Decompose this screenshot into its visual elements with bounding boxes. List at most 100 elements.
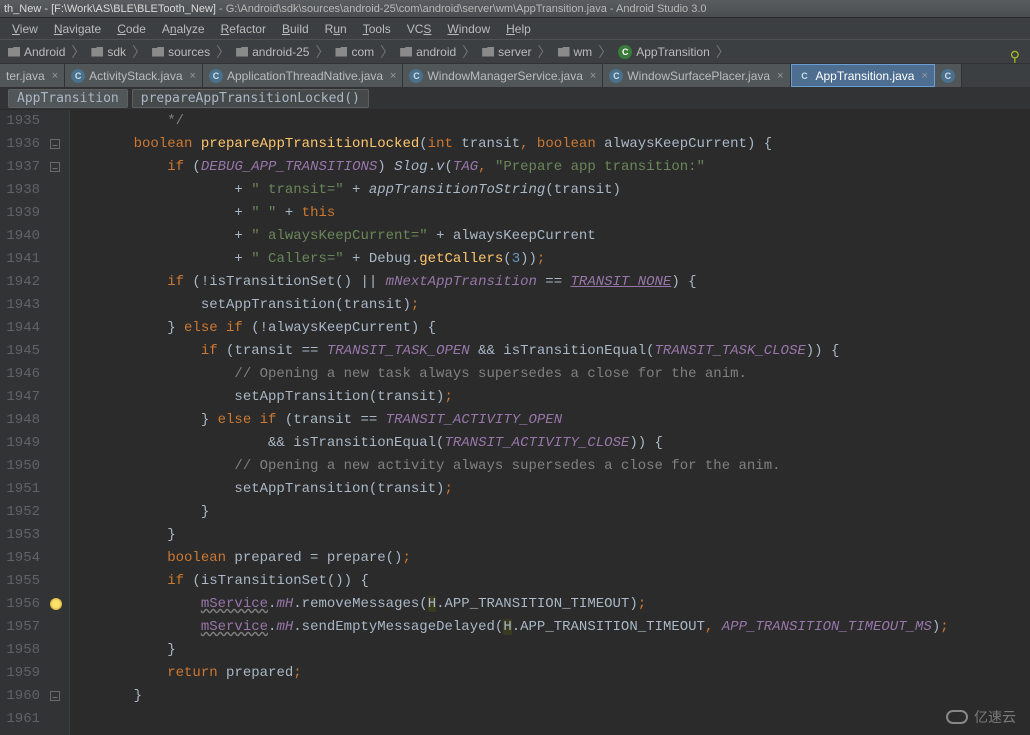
tab-windowmanagerservice-java[interactable]: C WindowManagerService.java × bbox=[403, 64, 603, 87]
tab-label: WindowManagerService.java bbox=[427, 69, 582, 83]
tab-label: ter.java bbox=[6, 69, 45, 83]
folder-icon bbox=[236, 47, 248, 57]
menu-tools[interactable]: Tools bbox=[355, 20, 399, 38]
breadcrumb-sdk[interactable]: sdk bbox=[87, 45, 130, 59]
tab-label: ActivityStack.java bbox=[89, 69, 182, 83]
chevron-right-icon: 〉 bbox=[378, 42, 396, 62]
code-line[interactable]: boolean prepared = prepare(); bbox=[100, 547, 1030, 570]
code-line[interactable]: } else if (transit == TRANSIT_ACTIVITY_O… bbox=[100, 409, 1030, 432]
close-icon[interactable]: × bbox=[590, 70, 596, 82]
chevron-right-icon: 〉 bbox=[536, 42, 554, 62]
menu-help[interactable]: Help bbox=[498, 20, 539, 38]
code-line[interactable]: } bbox=[100, 524, 1030, 547]
intention-bulb-icon[interactable] bbox=[50, 598, 62, 610]
menu-view[interactable]: View bbox=[4, 20, 46, 38]
code-line[interactable]: if (!isTransitionSet() || mNextAppTransi… bbox=[100, 271, 1030, 294]
folder-icon bbox=[482, 47, 494, 57]
code-line[interactable]: } else if (!alwaysKeepCurrent) { bbox=[100, 317, 1030, 340]
code-line[interactable]: } bbox=[100, 639, 1030, 662]
tab-apptransition-java[interactable]: CAppTransition.java× bbox=[791, 64, 935, 87]
menu-build[interactable]: Build bbox=[274, 20, 317, 38]
title-bar: th_New - [F:\Work\AS\BLE\BLETooth_New] -… bbox=[0, 0, 1030, 18]
code-line[interactable]: && isTransitionEqual(TRANSIT_ACTIVITY_CL… bbox=[100, 432, 1030, 455]
code-line[interactable]: if (transit == TRANSIT_TASK_OPEN && isTr… bbox=[100, 340, 1030, 363]
breadcrumb-android[interactable]: Android bbox=[4, 45, 69, 59]
java-file-icon: C bbox=[609, 69, 623, 83]
editor-tabs: ter.java × C ActivityStack.java × C Applicatio… bbox=[0, 64, 1030, 88]
code-line[interactable] bbox=[100, 708, 1030, 731]
close-icon[interactable]: × bbox=[190, 70, 196, 82]
code-line[interactable]: // Opening a new activity always superse… bbox=[100, 455, 1030, 478]
close-icon[interactable]: × bbox=[921, 70, 927, 82]
chevron-right-icon: 〉 bbox=[313, 42, 331, 62]
close-icon[interactable]: × bbox=[52, 70, 58, 82]
watermark-text: 亿速云 bbox=[974, 707, 1016, 727]
title-project: th_New - [F:\Work\AS\BLE\BLETooth_New] bbox=[4, 3, 216, 15]
java-file-icon: C bbox=[71, 69, 85, 83]
tab-ter-java[interactable]: ter.java × bbox=[0, 64, 65, 87]
code-editor[interactable]: 1935193619371938193919401941194219431944… bbox=[0, 110, 1030, 735]
code-line[interactable]: if (isTransitionSet()) { bbox=[100, 570, 1030, 593]
chevron-right-icon: 〉 bbox=[596, 42, 614, 62]
tab-windowsurfaceplacer-java[interactable]: C WindowSurfacePlacer.java × bbox=[603, 64, 790, 87]
cloud-icon bbox=[946, 710, 968, 724]
code-line[interactable]: mService.mH.sendEmptyMessageDelayed(H.AP… bbox=[100, 616, 1030, 639]
tab-overflow[interactable]: C bbox=[935, 64, 962, 87]
close-icon[interactable]: × bbox=[777, 70, 783, 82]
tab-label: WindowSurfacePlacer.java bbox=[627, 69, 770, 83]
menu-bar: ViewNavigateCodeAnalyzeRefactorBuildRunT… bbox=[0, 18, 1030, 40]
code-line[interactable]: setAppTransition(transit); bbox=[100, 386, 1030, 409]
folder-icon bbox=[91, 47, 103, 57]
menu-window[interactable]: Window bbox=[439, 20, 498, 38]
code-area[interactable]: */ boolean prepareAppTransitionLocked(in… bbox=[70, 110, 1030, 735]
menu-vcs[interactable]: VCS bbox=[399, 20, 440, 38]
menu-navigate[interactable]: Navigate bbox=[46, 20, 109, 38]
chevron-right-icon: 〉 bbox=[130, 42, 148, 62]
code-line[interactable]: boolean prepareAppTransitionLocked(int t… bbox=[100, 133, 1030, 156]
fold-toggle-icon[interactable] bbox=[50, 139, 60, 149]
code-line[interactable]: setAppTransition(transit); bbox=[100, 478, 1030, 501]
code-line[interactable]: + " transit=" + appTransitionToString(tr… bbox=[100, 179, 1030, 202]
tab-label: ApplicationThreadNative.java bbox=[227, 69, 383, 83]
folder-icon bbox=[152, 47, 164, 57]
code-line[interactable]: } bbox=[100, 685, 1030, 708]
crumb-method[interactable]: prepareAppTransitionLocked() bbox=[132, 89, 369, 108]
menu-run[interactable]: Run bbox=[317, 20, 355, 38]
crumb-class[interactable]: AppTransition bbox=[8, 89, 128, 108]
breadcrumb-com[interactable]: com bbox=[331, 45, 378, 59]
watermark: 亿速云 bbox=[946, 707, 1016, 727]
folder-icon bbox=[8, 47, 20, 57]
menu-code[interactable]: Code bbox=[109, 20, 154, 38]
chevron-right-icon: 〉 bbox=[714, 42, 732, 62]
breadcrumb-apptransition[interactable]: CAppTransition bbox=[614, 45, 714, 59]
title-path: - G:\Android\sdk\sources\android-25\com\… bbox=[216, 3, 707, 15]
java-file-icon: C bbox=[941, 69, 955, 83]
build-hammer-icon[interactable]: ⚲ bbox=[1010, 48, 1020, 65]
tab-activitystack-java[interactable]: C ActivityStack.java × bbox=[65, 64, 203, 87]
code-line[interactable]: + " " + this bbox=[100, 202, 1030, 225]
code-line[interactable]: return prepared; bbox=[100, 662, 1030, 685]
code-line[interactable]: */ bbox=[100, 110, 1030, 133]
code-line[interactable]: if (DEBUG_APP_TRANSITIONS) Slog.v(TAG, "… bbox=[100, 156, 1030, 179]
code-line[interactable]: + " Callers=" + Debug.getCallers(3)); bbox=[100, 248, 1030, 271]
code-line[interactable]: + " alwaysKeepCurrent=" + alwaysKeepCurr… bbox=[100, 225, 1030, 248]
code-line[interactable]: setAppTransition(transit); bbox=[100, 294, 1030, 317]
breadcrumb-android[interactable]: android bbox=[396, 45, 460, 59]
chevron-right-icon: 〉 bbox=[69, 42, 87, 62]
java-file-icon: C bbox=[409, 69, 423, 83]
code-line[interactable]: } bbox=[100, 501, 1030, 524]
fold-toggle-icon[interactable] bbox=[50, 691, 60, 701]
menu-refactor[interactable]: Refactor bbox=[213, 20, 274, 38]
breadcrumb-wm[interactable]: wm bbox=[554, 45, 597, 59]
tab-applicationthreadnative-java[interactable]: CApplicationThreadNative.java× bbox=[203, 64, 404, 87]
breadcrumb-bar: Android〉sdk〉sources〉android-25〉com〉andro… bbox=[0, 40, 1030, 64]
close-icon[interactable]: × bbox=[390, 70, 396, 82]
code-line[interactable]: mService.mH.removeMessages(H.APP_TRANSIT… bbox=[100, 593, 1030, 616]
folder-icon bbox=[335, 47, 347, 57]
code-line[interactable]: // Opening a new task always supersedes … bbox=[100, 363, 1030, 386]
breadcrumb-sources[interactable]: sources bbox=[148, 45, 214, 59]
fold-toggle-icon[interactable] bbox=[50, 162, 60, 172]
menu-analyze[interactable]: Analyze bbox=[154, 20, 213, 38]
breadcrumb-server[interactable]: server bbox=[478, 45, 535, 59]
breadcrumb-android-25[interactable]: android-25 bbox=[232, 45, 313, 59]
